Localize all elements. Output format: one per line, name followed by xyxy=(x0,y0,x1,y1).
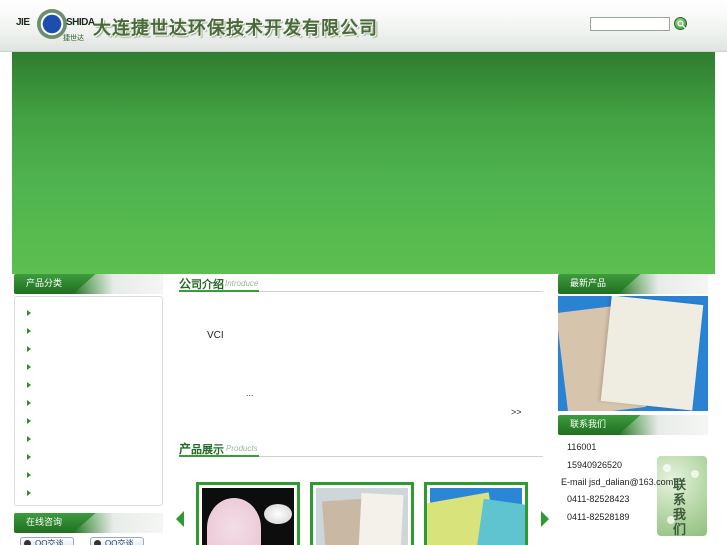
logo-text-right: SHIDA xyxy=(66,17,95,28)
search-input[interactable] xyxy=(590,17,670,31)
image-detail xyxy=(476,498,525,545)
image-detail xyxy=(600,296,704,411)
category-item[interactable] xyxy=(15,341,162,359)
logo-text-left: JIE xyxy=(16,17,30,28)
intro-more-link[interactable]: >> xyxy=(511,407,522,417)
product-image xyxy=(427,488,525,545)
product-thumbnail[interactable] xyxy=(310,482,414,545)
image-detail xyxy=(691,470,699,478)
product-thumbnail[interactable] xyxy=(196,482,300,545)
contact-email: E-mail jsd_dalian@163.com xyxy=(561,477,674,487)
contact-mobile: 15940926520 xyxy=(567,460,623,470)
intro-ellipsis: ... xyxy=(246,388,254,398)
category-panel xyxy=(14,296,163,506)
contact-postcode: 116001 xyxy=(567,442,597,452)
category-item[interactable] xyxy=(15,305,162,323)
banner xyxy=(12,52,715,274)
contact-art-text: 联系我们 xyxy=(673,478,687,536)
intro-title-lead: 公 xyxy=(179,277,192,291)
qq-chat-button[interactable]: QQ交谈 xyxy=(20,537,74,545)
search-icon xyxy=(677,20,686,29)
product-image xyxy=(316,488,408,545)
image-detail xyxy=(264,504,292,524)
new-product-image[interactable] xyxy=(558,296,708,411)
products-title-lead: 产 xyxy=(179,442,192,456)
page: JIE SHIDA 捷世达 大连捷世达环保技术开发有限公司 产品分类 在线咨询 … xyxy=(0,0,727,545)
contact-fax: 0411-82528189 xyxy=(567,512,630,522)
category-item[interactable] xyxy=(15,323,162,341)
arrow-right-icon[interactable] xyxy=(540,511,550,527)
qq-chat-button[interactable]: QQ交谈 xyxy=(90,537,144,545)
intro-section-subtitle: Introduce xyxy=(225,279,259,288)
intro-section-header: 公司介绍 Introduce xyxy=(179,274,543,292)
search-button[interactable] xyxy=(674,17,687,30)
image-detail xyxy=(358,492,404,545)
contact-phone: 0411-82528423 xyxy=(567,494,630,504)
category-item[interactable] xyxy=(15,467,162,485)
new-products-title: 最新产品 xyxy=(558,274,708,294)
category-item[interactable] xyxy=(15,431,162,449)
category-list xyxy=(15,305,162,503)
category-item[interactable] xyxy=(15,395,162,413)
category-item[interactable] xyxy=(15,449,162,467)
category-item[interactable] xyxy=(15,377,162,395)
header: JIE SHIDA 捷世达 大连捷世达环保技术开发有限公司 xyxy=(0,0,727,52)
banner-margin-left xyxy=(0,52,12,274)
intro-text: VCI xyxy=(207,330,224,341)
company-logo[interactable]: JIE SHIDA 捷世达 xyxy=(16,6,95,44)
category-item[interactable] xyxy=(15,413,162,431)
banner-margin-right xyxy=(715,52,727,274)
category-title: 产品分类 xyxy=(14,274,163,294)
image-detail xyxy=(663,464,671,472)
consult-title: 在线咨询 xyxy=(14,513,163,533)
product-thumbnail[interactable] xyxy=(424,482,528,545)
contact-title: 联系我们 xyxy=(558,415,708,435)
products-section-header: 产品展示 Products xyxy=(179,439,543,457)
company-name: 大连捷世达环保技术开发有限公司 xyxy=(93,18,378,39)
category-item[interactable] xyxy=(15,485,162,503)
section-underline xyxy=(179,290,259,292)
logo-chinese-text: 捷世达 xyxy=(63,34,84,42)
products-section-subtitle: Products xyxy=(226,444,258,453)
image-detail xyxy=(207,498,261,545)
contact-decoration-image: 联系我们 xyxy=(657,456,707,536)
section-underline xyxy=(179,455,259,457)
arrow-left-icon[interactable] xyxy=(175,511,185,527)
category-item[interactable] xyxy=(15,359,162,377)
product-image xyxy=(202,488,294,545)
